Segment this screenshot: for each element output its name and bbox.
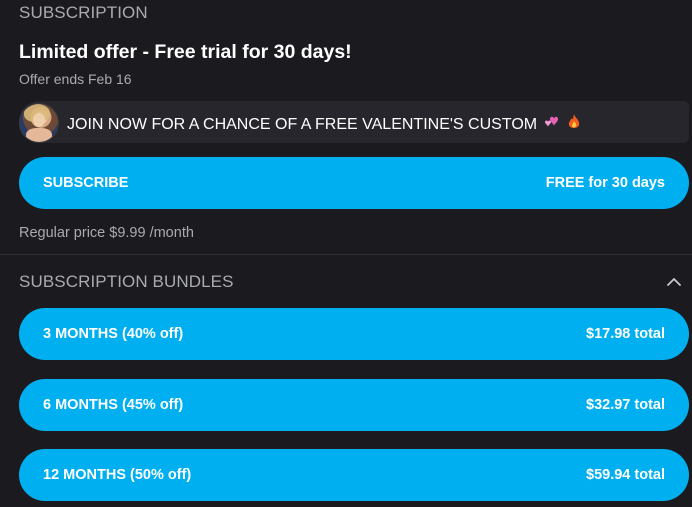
promo-message-line: JOIN NOW FOR A CHANCE OF A FREE VALENTIN… xyxy=(67,113,582,136)
promo-message-text: JOIN NOW FOR A CHANCE OF A FREE VALENTIN… xyxy=(67,116,538,133)
regular-price-text: Regular price $9.99 /month xyxy=(19,225,194,241)
subscribe-button[interactable]: SUBSCRIBE FREE for 30 days xyxy=(19,157,689,209)
subscribe-label: SUBSCRIBE xyxy=(43,175,129,191)
bundle-label: 6 MONTHS (45% off) xyxy=(43,397,184,413)
subscribe-price: FREE for 30 days xyxy=(545,175,665,191)
bundle-label: 3 MONTHS (40% off) xyxy=(43,326,184,342)
fire-icon xyxy=(566,113,582,136)
avatar-face xyxy=(33,113,45,127)
bundle-12-months-button[interactable]: 12 MONTHS (50% off) $59.94 total xyxy=(19,449,689,501)
bundle-price: $17.98 total xyxy=(586,326,665,342)
bundle-6-months-button[interactable]: 6 MONTHS (45% off) $32.97 total xyxy=(19,379,689,431)
offer-ends-text: Offer ends Feb 16 xyxy=(19,71,132,87)
subscription-panel: SUBSCRIPTION Limited offer - Free trial … xyxy=(0,0,692,507)
creator-avatar[interactable] xyxy=(19,103,59,143)
bundle-3-months-button[interactable]: 3 MONTHS (40% off) $17.98 total xyxy=(19,308,689,360)
subscription-header: SUBSCRIPTION xyxy=(19,3,148,22)
offer-title: Limited offer - Free trial for 30 days! xyxy=(19,41,352,63)
bundle-price: $59.94 total xyxy=(586,467,665,483)
section-divider xyxy=(0,254,692,255)
bundles-header: SUBSCRIPTION BUNDLES xyxy=(19,272,234,291)
chevron-up-icon[interactable] xyxy=(664,272,684,292)
avatar-body xyxy=(26,128,52,142)
two-hearts-icon xyxy=(544,113,564,136)
bundle-label: 12 MONTHS (50% off) xyxy=(43,467,192,483)
bundle-price: $32.97 total xyxy=(586,397,665,413)
promo-message: JOIN NOW FOR A CHANCE OF A FREE VALENTIN… xyxy=(19,101,689,143)
